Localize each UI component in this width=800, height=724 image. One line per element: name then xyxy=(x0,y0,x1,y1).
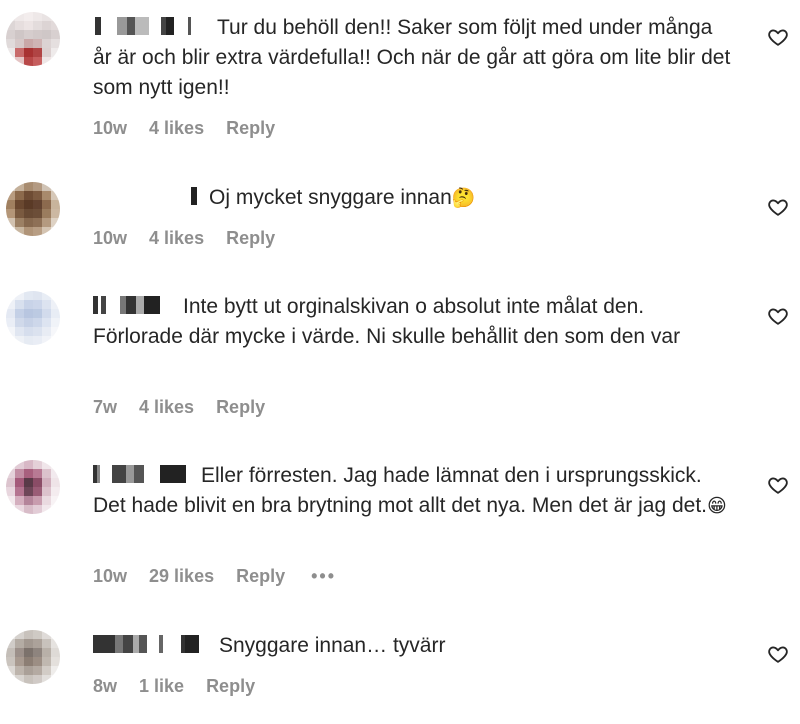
likes-count[interactable]: 4 likes xyxy=(139,397,194,418)
comment-text-block: Oj mycket snyggare innan🤔 xyxy=(93,183,733,213)
heart-icon[interactable] xyxy=(767,26,789,48)
avatar[interactable] xyxy=(6,630,60,684)
reply-button[interactable]: Reply xyxy=(206,676,255,697)
comment-meta: 7w 4 likes Reply xyxy=(93,397,265,418)
timestamp[interactable]: 10w xyxy=(93,118,127,139)
reply-button[interactable]: Reply xyxy=(216,397,265,418)
avatar[interactable] xyxy=(6,460,60,514)
comment-meta: 8w 1 like Reply xyxy=(93,676,255,697)
timestamp[interactable]: 7w xyxy=(93,397,117,418)
heart-icon[interactable] xyxy=(767,474,789,496)
comment-text-block: Inte bytt ut orginalskivan o absolut int… xyxy=(93,292,733,352)
comment-text-block: Eller förresten. Jag hade lämnat den i u… xyxy=(93,461,733,521)
reply-button[interactable]: Reply xyxy=(236,566,285,587)
avatar[interactable] xyxy=(6,12,60,66)
comment-meta: 10w 4 likes Reply xyxy=(93,118,275,139)
likes-count[interactable]: 4 likes xyxy=(149,118,204,139)
comment-text: Inte bytt ut orginalskivan o absolut int… xyxy=(93,295,681,348)
timestamp[interactable]: 10w xyxy=(93,566,127,587)
reply-button[interactable]: Reply xyxy=(226,228,275,249)
username-redacted[interactable] xyxy=(93,187,203,206)
timestamp[interactable]: 10w xyxy=(93,228,127,249)
username-redacted[interactable] xyxy=(93,465,195,484)
timestamp[interactable]: 8w xyxy=(93,676,117,697)
likes-count[interactable]: 4 likes xyxy=(149,228,204,249)
comment-text-block: Snyggare innan… tyvärr xyxy=(93,631,733,661)
heart-icon[interactable] xyxy=(767,643,789,665)
thinking-emoji-icon: 🤔 xyxy=(451,187,476,209)
more-options-icon[interactable]: ••• xyxy=(311,566,336,587)
heart-icon[interactable] xyxy=(767,305,789,327)
username-redacted[interactable] xyxy=(93,635,213,654)
comment-meta: 10w 29 likes Reply ••• xyxy=(93,566,336,587)
comment-meta: 10w 4 likes Reply xyxy=(93,228,275,249)
comment-text-block: Tur du behöll den!! Saker som följt med … xyxy=(93,13,733,103)
username-redacted[interactable] xyxy=(93,296,177,315)
comment-text: Oj mycket snyggare innan xyxy=(209,186,452,209)
likes-count[interactable]: 1 like xyxy=(139,676,184,697)
reply-button[interactable]: Reply xyxy=(226,118,275,139)
grinning-emoji-icon: 😁 xyxy=(707,495,727,517)
likes-count[interactable]: 29 likes xyxy=(149,566,214,587)
comment-text: Snyggare innan… tyvärr xyxy=(219,634,446,657)
avatar[interactable] xyxy=(6,291,60,345)
username-redacted[interactable] xyxy=(93,17,211,36)
avatar[interactable] xyxy=(6,182,60,236)
heart-icon[interactable] xyxy=(767,196,789,218)
